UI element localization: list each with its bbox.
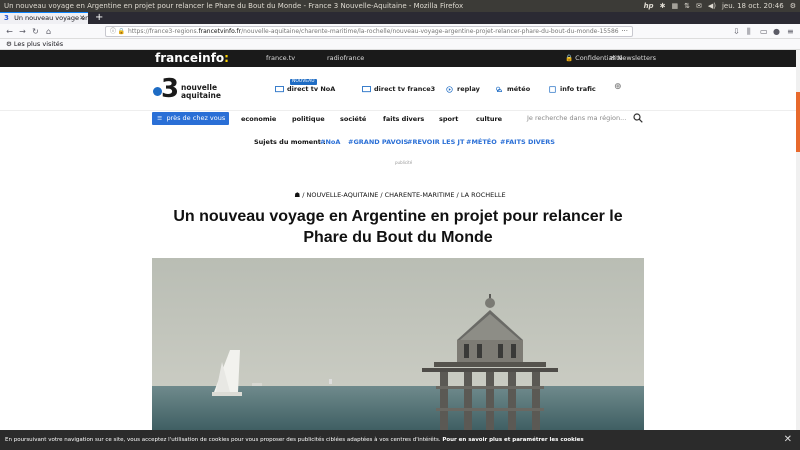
library-icon[interactable]: ⫼ xyxy=(747,26,751,37)
url-bar[interactable]: ⓘ 🔒 https://france3-regions.francetvinfo… xyxy=(105,26,633,37)
link-newsletters[interactable]: ✉ Newsletters xyxy=(610,50,656,67)
breadcrumb-path[interactable]: / NOUVELLE-AQUITAINE / CHARENTE-MARITIME… xyxy=(302,191,505,199)
reload-icon[interactable]: ↻ xyxy=(30,26,41,37)
franceinfo-header: franceinfo: france.tv radiofrance 🔒 Conf… xyxy=(0,50,800,67)
hp-icon[interactable]: hp xyxy=(644,0,654,12)
clock[interactable]: jeu. 18 oct. 20:46 xyxy=(722,0,784,12)
sidebar-icon[interactable]: ▭ xyxy=(760,26,768,37)
main-menu: ≡ près de chez vous economie politique so… xyxy=(0,110,800,127)
cookie-text: En poursuivant votre navigation sur ce s… xyxy=(5,437,441,443)
mail-icon[interactable]: ✉ xyxy=(696,0,702,12)
topics-label: Sujets du moment : xyxy=(254,138,326,146)
breadcrumb: ☗ / NOUVELLE-AQUITAINE / CHARENTE-MARITI… xyxy=(0,190,800,200)
bookmark-most-visited[interactable]: Les plus visités xyxy=(14,40,63,48)
logo-line2: aquitaine xyxy=(181,91,221,100)
hamburger-icon: ≡ xyxy=(157,114,163,122)
close-tab-icon[interactable]: ✕ xyxy=(79,13,85,24)
menu-societe[interactable]: société xyxy=(340,111,366,128)
back-icon[interactable]: ← xyxy=(4,26,15,37)
forward-icon[interactable]: → xyxy=(17,26,28,37)
menu-economie[interactable]: economie xyxy=(241,111,276,128)
page-scrollbar[interactable] xyxy=(796,50,800,430)
lock-icon: 🔒 xyxy=(565,54,576,62)
service-info-trafic[interactable]: info trafic xyxy=(548,84,596,94)
search-input[interactable]: Je recherche dans ma région... xyxy=(527,113,631,124)
menu-culture[interactable]: culture xyxy=(476,111,502,128)
article-headline: Un nouveau voyage en Argentine en projet… xyxy=(173,208,623,246)
close-icon[interactable]: ✕ xyxy=(784,430,792,450)
tv-icon xyxy=(362,85,371,92)
network-icon[interactable]: ⇅ xyxy=(684,0,690,12)
logo-number: 3 xyxy=(161,74,180,104)
menu-icon[interactable]: ≡ xyxy=(787,26,794,37)
home-icon[interactable]: ⌂ xyxy=(43,26,54,37)
volume-icon[interactable]: ◀) xyxy=(708,0,716,12)
topic-tag[interactable]: #GRAND PAVOIS xyxy=(348,137,408,147)
traffic-icon xyxy=(549,85,556,93)
france3-logo[interactable]: 3 nouvelle aquitaine xyxy=(153,74,223,105)
keyboard-icon[interactable]: ▦ xyxy=(671,0,678,12)
bookmarks-bar: ⚙ Les plus visités xyxy=(0,39,800,50)
menu-sport[interactable]: sport xyxy=(439,111,458,128)
article-photo xyxy=(152,258,644,430)
new-tab-button[interactable]: + xyxy=(95,12,103,23)
menu-faits-divers[interactable]: faits divers xyxy=(383,111,424,128)
link-radiofrance[interactable]: radiofrance xyxy=(327,50,364,67)
ad-label: publicité xyxy=(395,160,413,165)
topics-row: Sujets du moment : #NoA #GRAND PAVOIS #R… xyxy=(0,137,800,147)
search-icon[interactable] xyxy=(633,113,643,123)
service-direct-tv-france3[interactable]: direct tv france3 xyxy=(362,84,435,94)
cookie-settings-link[interactable]: Pour en savoir plus et paramétrer les co… xyxy=(442,437,583,443)
mail-icon: ✉ xyxy=(610,54,618,62)
home-icon[interactable]: ☗ xyxy=(294,191,300,199)
page-actions-icon[interactable]: ··· xyxy=(621,27,628,36)
os-top-bar: Un nouveau voyage en Argentine en projet… xyxy=(0,0,800,12)
active-tab[interactable]: 3 Un nouveau voyage en A ✕ xyxy=(0,12,88,24)
tab-title: Un nouveau voyage en A xyxy=(14,14,88,22)
navigation-bar: ← → ↻ ⌂ ⓘ 🔒 https://france3-regions.fran… xyxy=(0,24,800,39)
system-tray: hp ✱ ▦ ⇅ ✉ ◀) jeu. 18 oct. 20:46 ⚙ xyxy=(644,0,796,12)
topic-tag[interactable]: #NoA xyxy=(320,137,340,147)
tab-bar: 3 Un nouveau voyage en A ✕ + xyxy=(0,12,800,24)
topic-tag[interactable]: #REVOIR LES JT xyxy=(407,137,464,147)
link-france-tv[interactable]: france.tv xyxy=(266,50,295,67)
window-title: Un nouveau voyage en Argentine en projet… xyxy=(4,2,464,10)
url-prefix: https://france3-regions. xyxy=(128,28,199,35)
downloads-icon[interactable]: ⇩ xyxy=(733,26,740,37)
more-icon[interactable]: ⊕ xyxy=(614,82,622,92)
topic-tag[interactable]: #FAITS DIVERS xyxy=(500,137,555,147)
replay-icon xyxy=(446,85,453,93)
tv-icon xyxy=(275,85,284,92)
bluetooth-icon[interactable]: ✱ xyxy=(660,0,666,12)
power-icon[interactable]: ⚙ xyxy=(790,0,796,12)
topic-tag[interactable]: #MÉTÉO xyxy=(466,137,497,147)
cookie-banner: En poursuivant votre navigation sur ce s… xyxy=(0,430,800,450)
gear-icon: ⚙ xyxy=(6,40,12,48)
url-host: francetvinfo.fr xyxy=(198,28,242,35)
url-path: /nouvelle-aquitaine/charente-maritime/la… xyxy=(241,28,619,35)
franceinfo-logo[interactable]: franceinfo: xyxy=(155,51,229,66)
info-lock-icon[interactable]: ⓘ 🔒 xyxy=(110,27,125,36)
menu-politique[interactable]: politique xyxy=(292,111,325,128)
service-meteo[interactable]: météo xyxy=(495,84,530,94)
brand-row: 3 nouvelle aquitaine NOUVEAU direct tv N… xyxy=(0,67,800,112)
service-direct-tv-noa[interactable]: direct tv NoA xyxy=(275,84,335,94)
region-button[interactable]: ≡ près de chez vous xyxy=(152,112,229,125)
service-replay[interactable]: replay xyxy=(445,84,480,94)
weather-icon xyxy=(496,86,502,92)
france3-favicon-icon: 3 xyxy=(4,14,9,22)
extension-icon[interactable]: ● xyxy=(773,26,780,37)
scrollbar-thumb[interactable] xyxy=(796,92,800,152)
